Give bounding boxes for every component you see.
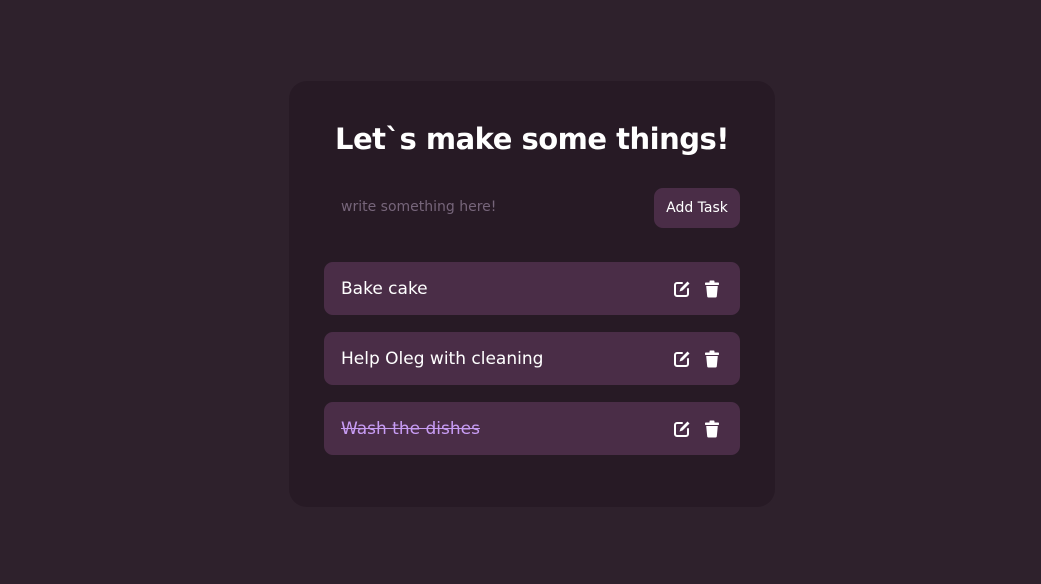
edit-icon[interactable] [671, 278, 693, 300]
edit-icon[interactable] [671, 348, 693, 370]
trash-icon[interactable] [701, 418, 723, 440]
todo-item: Help Oleg with cleaning [324, 332, 740, 385]
trash-icon[interactable] [701, 348, 723, 370]
todo-list: Bake cake Help Oleg with cleaning Wash t… [324, 262, 740, 472]
todo-item: Bake cake [324, 262, 740, 315]
todo-item-text[interactable]: Help Oleg with cleaning [341, 349, 663, 369]
edit-icon[interactable] [671, 418, 693, 440]
todo-item-text[interactable]: Bake cake [341, 279, 663, 299]
add-task-button[interactable]: Add Task [654, 188, 740, 228]
trash-icon[interactable] [701, 278, 723, 300]
task-input[interactable] [324, 188, 624, 226]
todo-card: Let`s make some things! Add Task Bake ca… [289, 81, 775, 507]
todo-item-text-completed[interactable]: Wash the dishes [341, 419, 663, 439]
page-title: Let`s make some things! [335, 122, 729, 156]
todo-item: Wash the dishes [324, 402, 740, 455]
